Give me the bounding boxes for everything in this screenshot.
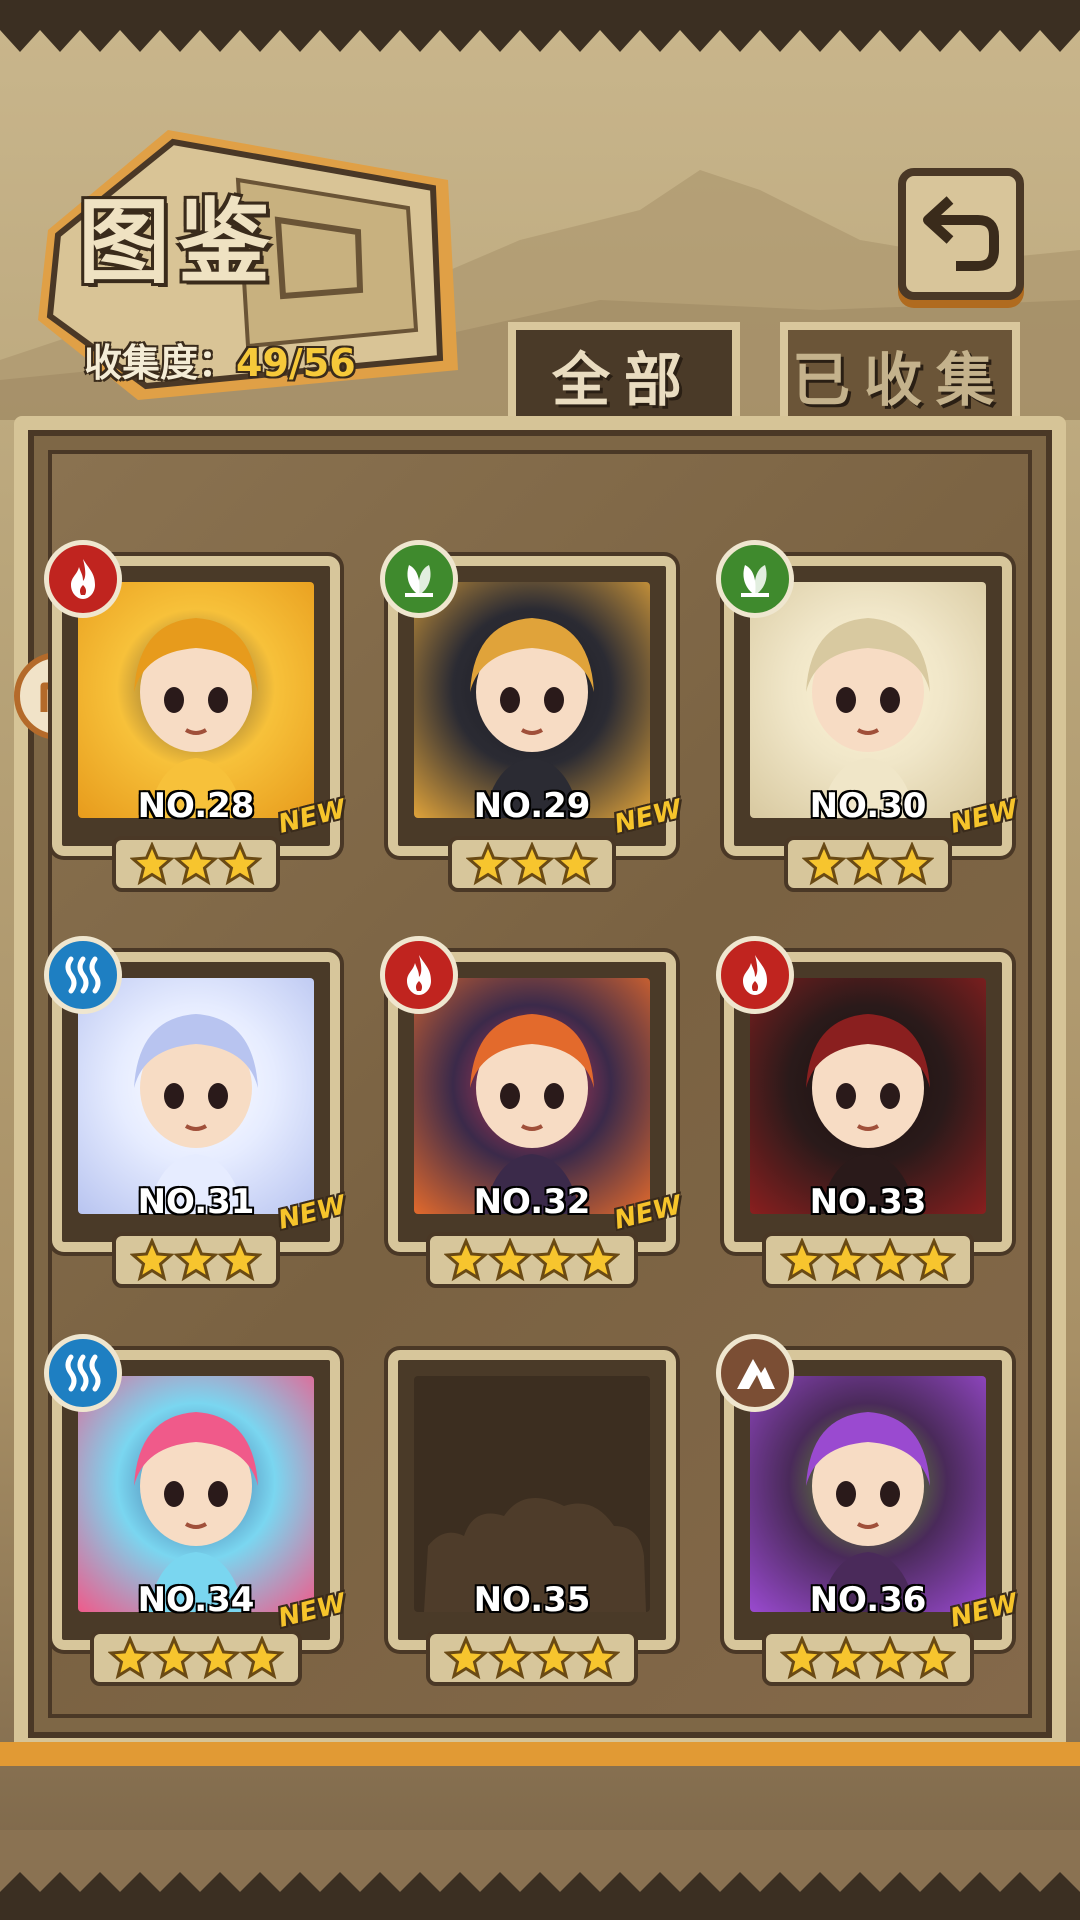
collection-value: 49/56 bbox=[236, 341, 356, 385]
tab-all[interactable]: 全部 bbox=[508, 322, 740, 430]
fire-element-icon bbox=[716, 936, 794, 1014]
star-rating bbox=[388, 836, 676, 892]
star-plate bbox=[762, 1232, 974, 1288]
star-icon bbox=[554, 842, 598, 886]
tab-all-label: 全部 bbox=[551, 346, 696, 414]
star-rating bbox=[52, 1630, 340, 1686]
star-icon bbox=[532, 1238, 576, 1282]
star-icon bbox=[444, 1636, 488, 1680]
return-arrow-icon bbox=[923, 196, 999, 271]
character-portrait bbox=[78, 582, 314, 818]
star-rating bbox=[52, 1232, 340, 1288]
locked-silhouette bbox=[414, 1376, 650, 1612]
character-portrait bbox=[750, 1376, 986, 1612]
star-icon bbox=[802, 842, 846, 886]
star-icon bbox=[130, 1238, 174, 1282]
star-icon bbox=[488, 1636, 532, 1680]
bottom-border bbox=[0, 1830, 1080, 1920]
card-number: NO.33 bbox=[809, 1182, 927, 1222]
star-rating bbox=[388, 1630, 676, 1686]
character-portrait bbox=[78, 1376, 314, 1612]
star-icon bbox=[466, 842, 510, 886]
leaf-element-icon bbox=[380, 540, 458, 618]
star-icon bbox=[174, 842, 218, 886]
star-icon bbox=[912, 1238, 956, 1282]
fire-element-icon bbox=[380, 936, 458, 1014]
star-icon bbox=[890, 842, 934, 886]
character-card[interactable]: NO.31 NEW bbox=[44, 936, 349, 1288]
character-card[interactable]: NO.35 bbox=[388, 1334, 676, 1686]
collection-progress: 收集度：49/56 bbox=[84, 332, 356, 387]
character-portrait bbox=[750, 978, 986, 1214]
collection-label: 收集度： bbox=[84, 341, 237, 385]
character-portrait bbox=[750, 582, 986, 818]
character-portrait bbox=[414, 978, 650, 1214]
character-card[interactable]: NO.32 NEW bbox=[380, 936, 685, 1288]
star-rating bbox=[724, 836, 1012, 892]
character-card[interactable]: NO.34 NEW bbox=[44, 1334, 349, 1686]
tab-collected-label: 已收集 bbox=[791, 346, 1008, 414]
star-plate bbox=[784, 836, 952, 892]
star-icon bbox=[868, 1238, 912, 1282]
leaf-element-icon bbox=[716, 540, 794, 618]
star-icon bbox=[152, 1636, 196, 1680]
star-icon bbox=[576, 1238, 620, 1282]
water-element-icon bbox=[44, 1334, 122, 1412]
star-plate bbox=[448, 836, 616, 892]
star-icon bbox=[108, 1636, 152, 1680]
star-icon bbox=[912, 1636, 956, 1680]
star-plate bbox=[90, 1630, 302, 1686]
star-plate bbox=[426, 1630, 638, 1686]
star-rating bbox=[724, 1232, 1012, 1288]
star-icon bbox=[444, 1238, 488, 1282]
card-number: NO.35 bbox=[473, 1580, 591, 1620]
back-button[interactable] bbox=[898, 168, 1024, 300]
star-icon bbox=[510, 842, 554, 886]
star-rating bbox=[388, 1232, 676, 1288]
star-icon bbox=[824, 1636, 868, 1680]
character-card[interactable]: NO.36 NEW bbox=[716, 1334, 1021, 1686]
star-icon bbox=[868, 1636, 912, 1680]
star-plate bbox=[112, 1232, 280, 1288]
character-portrait bbox=[78, 978, 314, 1214]
star-icon bbox=[532, 1636, 576, 1680]
star-icon bbox=[824, 1238, 868, 1282]
star-icon bbox=[130, 842, 174, 886]
fire-element-icon bbox=[44, 540, 122, 618]
star-icon bbox=[780, 1636, 824, 1680]
star-icon bbox=[174, 1238, 218, 1282]
star-plate bbox=[112, 836, 280, 892]
star-icon bbox=[196, 1636, 240, 1680]
star-icon bbox=[846, 842, 890, 886]
panel-bottom-bar bbox=[0, 1742, 1080, 1766]
star-rating bbox=[52, 836, 340, 892]
star-icon bbox=[488, 1238, 532, 1282]
tab-collected[interactable]: 已收集 bbox=[780, 322, 1020, 430]
top-border bbox=[0, 0, 1080, 52]
star-icon bbox=[780, 1238, 824, 1282]
star-plate bbox=[762, 1630, 974, 1686]
page-title: 图鉴 bbox=[78, 189, 279, 296]
water-element-icon bbox=[44, 936, 122, 1014]
character-card[interactable]: NO.29 NEW bbox=[380, 540, 685, 892]
character-card[interactable]: NO.33 bbox=[716, 936, 1012, 1288]
character-card[interactable]: NO.28 NEW bbox=[44, 540, 349, 892]
character-portrait bbox=[414, 582, 650, 818]
star-icon bbox=[576, 1636, 620, 1680]
star-icon bbox=[240, 1636, 284, 1680]
star-icon bbox=[218, 842, 262, 886]
star-rating bbox=[724, 1630, 1012, 1686]
star-icon bbox=[218, 1238, 262, 1282]
earth-element-icon bbox=[716, 1334, 794, 1412]
star-plate bbox=[426, 1232, 638, 1288]
character-card[interactable]: NO.30 NEW bbox=[716, 540, 1021, 892]
